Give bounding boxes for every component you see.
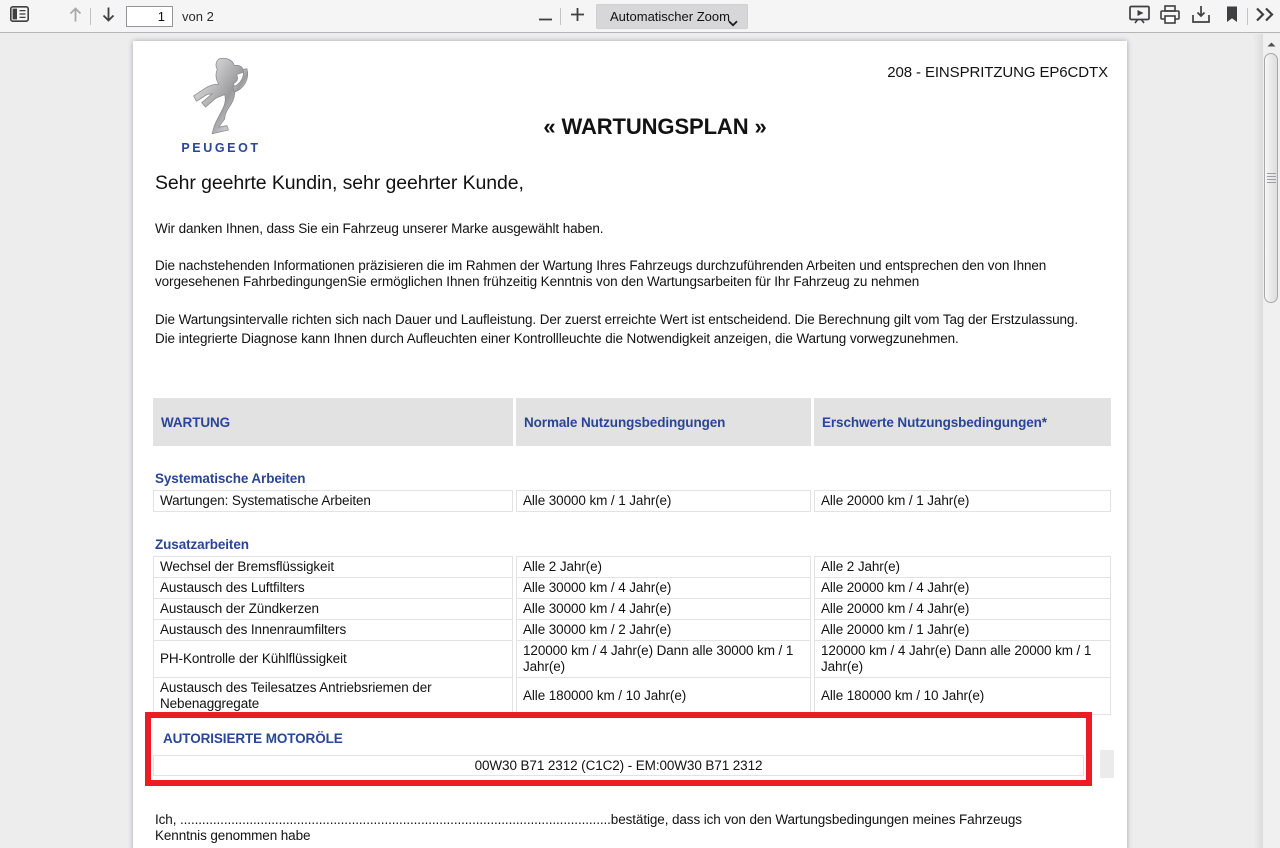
- table-cell: Alle 2 Jahr(e): [516, 556, 811, 578]
- plus-icon: [571, 8, 584, 26]
- table-row: Austausch des Teilesatzes Antriebsriemen…: [153, 677, 1111, 715]
- intro-paragraphs: Wir danken Ihnen, dass Sie ein Fahrzeug …: [155, 221, 1113, 347]
- pdf-page: PEUGEOT 208 - EINSPRITZUNG EP6CDTX « WAR…: [133, 41, 1127, 848]
- table-cell: PH-Kontrolle der Kühlflüssigkeit: [153, 640, 513, 678]
- triangle-up-icon: [1267, 34, 1276, 52]
- peugeot-wordmark: PEUGEOT: [175, 141, 267, 155]
- table-header-row: WARTUNG Normale Nutzungsbedingungen Ersc…: [153, 398, 1111, 446]
- table-header-cell: Erschwerte Nutzungsbedingungen*: [814, 398, 1111, 446]
- scrollbar-thumb[interactable]: [1264, 53, 1278, 303]
- table-cell: Alle 180000 km / 10 Jahr(e): [516, 677, 811, 715]
- scrollbar-grip: [1267, 173, 1276, 184]
- table-sections: Systematische Arbeiten Wartungen: Systema…: [153, 471, 1111, 715]
- table-cell: Alle 30000 km / 4 Jahr(e): [516, 577, 811, 599]
- table-row: PH-Kontrolle der Kühlflüssigkeit120000 k…: [153, 640, 1111, 678]
- signature-line: Ich, ...................................…: [155, 812, 1127, 828]
- document-reference: 208 - EINSPRITZUNG EP6CDTX: [887, 64, 1108, 81]
- table-section-title: Zusatzarbeiten: [153, 537, 1111, 552]
- paragraph: Wir danken Ihnen, dass Sie ein Fahrzeug …: [155, 221, 1113, 237]
- maintenance-table: WARTUNG Normale Nutzungsbedingungen Ersc…: [153, 398, 1111, 715]
- pdf-viewer-area: PEUGEOT 208 - EINSPRITZUNG EP6CDTX « WAR…: [0, 34, 1263, 848]
- table-cell: Alle 2 Jahr(e): [814, 556, 1111, 578]
- pdf-toolbar: von 2 Automatischer Zoom: [0, 0, 1280, 33]
- table-row: Austausch des InnenraumfiltersAlle 30000…: [153, 619, 1111, 641]
- table-cell: Austausch des Innenraumfilters: [153, 619, 513, 641]
- current-view-button[interactable]: [1218, 3, 1246, 30]
- table-section-title: Systematische Arbeiten: [153, 471, 1111, 486]
- vertical-scrollbar[interactable]: [1263, 34, 1280, 848]
- toolbar-divider: [1247, 8, 1248, 25]
- presentation-mode-button[interactable]: [1125, 3, 1153, 30]
- table-cell: Alle 180000 km / 10 Jahr(e): [814, 677, 1111, 715]
- zoom-in-button[interactable]: [563, 3, 591, 30]
- table-cell: Alle 20000 km / 4 Jahr(e): [814, 577, 1111, 599]
- greeting-line: Sehr geehrte Kundin, sehr geehrter Kunde…: [155, 172, 524, 195]
- bookmark-icon: [1225, 5, 1239, 29]
- table-row: Austausch der ZündkerzenAlle 30000 km / …: [153, 598, 1111, 620]
- chevron-down-icon: [728, 15, 738, 30]
- table-cell: 120000 km / 4 Jahr(e) Dann alle 30000 km…: [516, 640, 811, 678]
- table-cell: Austausch des Teilesatzes Antriebsriemen…: [153, 677, 513, 715]
- paragraph: Die Wartungsintervalle richten sich nach…: [155, 312, 1113, 328]
- table-row-extension: [1100, 750, 1114, 778]
- signature-block: Ich, ...................................…: [155, 812, 1127, 844]
- toolbar-divider: [560, 8, 561, 25]
- arrow-up-icon: [68, 6, 83, 28]
- paragraph: Die integrierte Diagnose kann Ihnen durc…: [155, 331, 1113, 347]
- table-cell: Alle 30000 km / 2 Jahr(e): [516, 619, 811, 641]
- table-cell: Alle 20000 km / 4 Jahr(e): [814, 598, 1111, 620]
- table-cell: Alle 20000 km / 1 Jahr(e): [814, 490, 1111, 512]
- tools-menu-button[interactable]: [1250, 3, 1278, 30]
- arrow-down-icon: [101, 6, 116, 28]
- oil-section-title: AUTORISIERTE MOTORÖLE: [163, 731, 1086, 746]
- table-row: Wartungen: Systematische ArbeitenAlle 30…: [153, 490, 1111, 512]
- document-title: « WARTUNGSPLAN »: [158, 114, 1127, 140]
- next-page-button[interactable]: [94, 3, 122, 30]
- table-cell: Alle 20000 km / 1 Jahr(e): [814, 619, 1111, 641]
- table-cell: 120000 km / 4 Jahr(e) Dann alle 20000 km…: [814, 640, 1111, 678]
- print-icon: [1160, 5, 1180, 29]
- table-row: Wechsel der BremsflüssigkeitAlle 2 Jahr(…: [153, 556, 1111, 578]
- save-button[interactable]: [1187, 3, 1215, 30]
- zoom-out-button[interactable]: [531, 3, 559, 30]
- zoom-select-label: Automatischer Zoom: [610, 9, 730, 24]
- table-header-cell: WARTUNG: [153, 398, 513, 446]
- scrollbar-up-button[interactable]: [1263, 35, 1280, 50]
- page-number-input[interactable]: [126, 6, 173, 27]
- minus-icon: [539, 8, 552, 26]
- table-header-cell: Normale Nutzungsbedingungen: [516, 398, 811, 446]
- presentation-icon: [1129, 5, 1150, 29]
- double-chevron-right-icon: [1253, 6, 1275, 28]
- table-cell: Alle 30000 km / 1 Jahr(e): [516, 490, 811, 512]
- table-cell: Alle 30000 km / 4 Jahr(e): [516, 598, 811, 620]
- oil-value-row: 00W30 B71 2312 (C1C2) - EM:00W30 B71 231…: [153, 755, 1084, 776]
- toolbar-divider: [90, 8, 91, 25]
- table-cell: Wechsel der Bremsflüssigkeit: [153, 556, 513, 578]
- page-count-label: von 2: [182, 9, 214, 24]
- highlight-red-box: AUTORISIERTE MOTORÖLE 00W30 B71 2312 (C1…: [145, 712, 1092, 786]
- table-cell: Wartungen: Systematische Arbeiten: [153, 490, 513, 512]
- signature-line: Kenntnis genommen habe: [155, 828, 1127, 844]
- toggle-sidebar-button[interactable]: [5, 3, 33, 30]
- zoom-select[interactable]: Automatischer Zoom: [596, 4, 748, 29]
- download-icon: [1191, 5, 1211, 29]
- previous-page-button[interactable]: [61, 3, 89, 30]
- print-button[interactable]: [1156, 3, 1184, 30]
- sidebar-icon: [10, 6, 29, 27]
- paragraph: Die nachstehenden Informationen präzisie…: [155, 258, 1113, 290]
- table-cell: Austausch der Zündkerzen: [153, 598, 513, 620]
- peugeot-logo: PEUGEOT: [175, 55, 267, 155]
- table-cell: Austausch des Luftfilters: [153, 577, 513, 599]
- table-row: Austausch des LuftfiltersAlle 30000 km /…: [153, 577, 1111, 599]
